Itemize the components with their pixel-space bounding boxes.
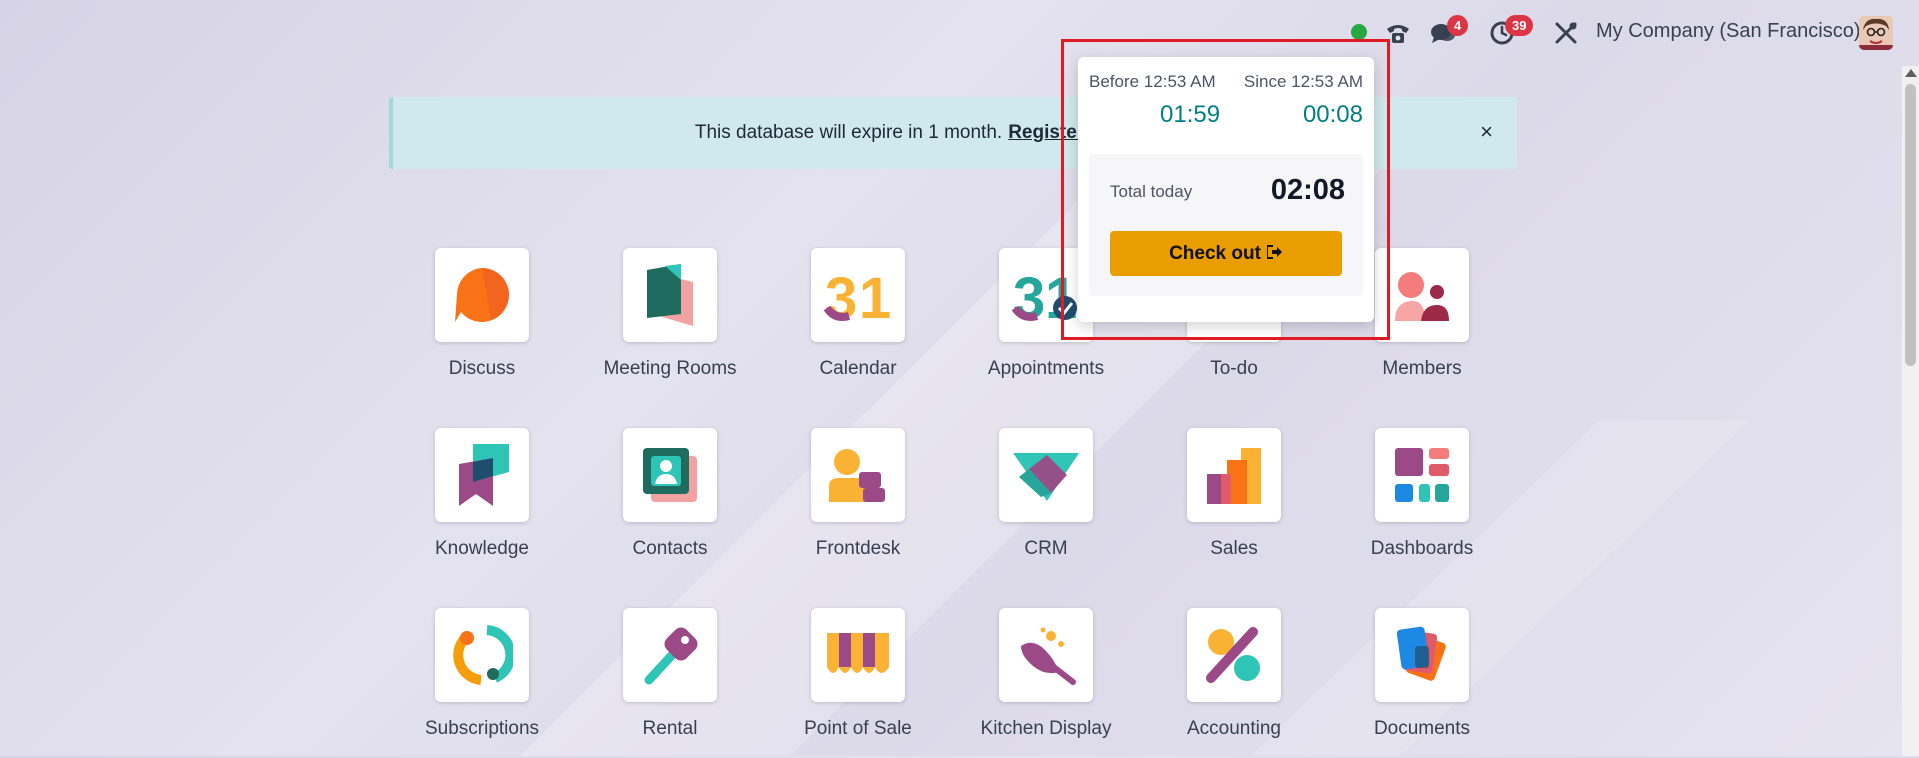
app-frontdesk[interactable]: Frontdesk	[764, 428, 952, 578]
point-of-sale-icon	[811, 608, 905, 702]
app-point-of-sale[interactable]: Point of Sale	[764, 608, 952, 758]
page-scrollbar[interactable]	[1902, 66, 1919, 756]
app-crm[interactable]: CRM	[952, 428, 1140, 578]
app-label: Accounting	[1186, 718, 1281, 739]
kitchen-display-icon	[999, 608, 1093, 702]
app-dashboards[interactable]: Dashboards	[1328, 428, 1516, 578]
total-today-panel: Total today 02:08 Check out	[1089, 154, 1363, 296]
check-out-button[interactable]: Check out	[1110, 231, 1342, 276]
app-rental[interactable]: Rental	[576, 608, 764, 758]
banner-text: This database will expire in 1 month.	[694, 122, 1003, 143]
app-label: Calendar	[819, 358, 897, 379]
app-subscriptions[interactable]: Subscriptions	[388, 608, 576, 758]
app-kitchen-display[interactable]: Kitchen Display	[952, 608, 1140, 758]
phone-icon[interactable]	[1383, 18, 1413, 48]
since-hours-value: 00:08	[1302, 101, 1363, 128]
app-meeting-rooms[interactable]: Meeting Rooms	[576, 248, 764, 398]
dashboards-icon	[1375, 428, 1469, 522]
debug-tools-icon[interactable]	[1552, 19, 1580, 47]
scrollbar-thumb[interactable]	[1905, 84, 1916, 366]
rental-icon	[623, 608, 717, 702]
app-sales[interactable]: Sales	[1140, 428, 1328, 578]
contacts-icon	[623, 428, 717, 522]
accounting-icon	[1187, 608, 1281, 702]
check-out-label: Check out	[1169, 242, 1261, 264]
app-label: Documents	[1373, 718, 1471, 739]
app-label: CRM	[1024, 538, 1068, 559]
total-today-value: 02:08	[1270, 174, 1345, 206]
activities-count-badge: 39	[1505, 15, 1534, 36]
banner-close-button[interactable]: ×	[1480, 119, 1493, 145]
company-switcher[interactable]: My Company (San Francisco)	[1596, 20, 1861, 43]
svg-text:1: 1	[859, 266, 891, 326]
sign-out-icon	[1266, 244, 1283, 263]
app-label: Discuss	[448, 358, 516, 379]
app-label: Members	[1382, 358, 1462, 379]
sales-icon	[1187, 428, 1281, 522]
app-discuss[interactable]: Discuss	[388, 248, 576, 398]
before-label: Before 12:53 AM	[1089, 72, 1216, 91]
app-label: Rental	[642, 718, 698, 739]
meeting-rooms-icon	[623, 248, 717, 342]
app-knowledge[interactable]: Knowledge	[388, 428, 576, 578]
before-hours-value: 01:59	[1160, 101, 1221, 128]
frontdesk-icon	[811, 428, 905, 522]
app-label: To-do	[1210, 358, 1258, 379]
app-label: Sales	[1210, 538, 1258, 559]
app-label: Point of Sale	[804, 718, 912, 739]
discuss-icon	[435, 248, 529, 342]
messages-count-badge: 4	[1447, 15, 1469, 36]
presence-status-icon	[1351, 24, 1367, 40]
since-label: Since 12:53 AM	[1243, 72, 1363, 91]
calendar-icon: 3 1	[811, 248, 905, 342]
knowledge-icon	[435, 428, 529, 522]
attendance-popover: Before 12:53 AM Since 12:53 AM 01:59 00:…	[1078, 57, 1374, 322]
members-icon	[1375, 248, 1469, 342]
app-label: Kitchen Display	[980, 718, 1112, 739]
user-avatar[interactable]	[1859, 16, 1893, 50]
app-label: Contacts	[632, 538, 708, 559]
crm-icon	[999, 428, 1093, 522]
app-contacts[interactable]: Contacts	[576, 428, 764, 578]
app-calendar[interactable]: 3 1 Calendar	[764, 248, 952, 398]
app-accounting[interactable]: Accounting	[1140, 608, 1328, 758]
app-label: Frontdesk	[815, 538, 901, 559]
documents-icon	[1375, 608, 1469, 702]
scroll-up-arrow-icon[interactable]	[1905, 69, 1917, 77]
app-label: Subscriptions	[424, 718, 540, 739]
subscriptions-icon	[435, 608, 529, 702]
app-documents[interactable]: Documents	[1328, 608, 1516, 758]
top-navbar: 4 39 My Company (San Francisco)	[0, 0, 1919, 66]
app-label: Meeting Rooms	[603, 358, 737, 379]
app-label: Dashboards	[1370, 538, 1474, 559]
app-label: Appointments	[987, 358, 1105, 379]
app-label: Knowledge	[434, 538, 530, 559]
total-today-label: Total today	[1110, 182, 1193, 201]
